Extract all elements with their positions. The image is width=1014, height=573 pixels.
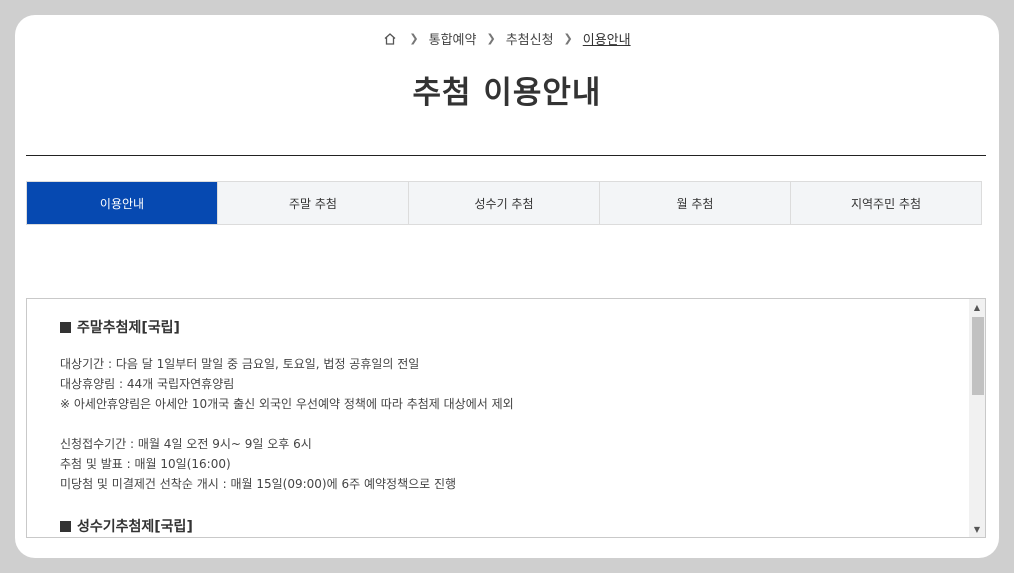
tab-weekend-lottery[interactable]: 주말 추첨 [218,182,409,224]
breadcrumb: ❯ 통합예약 ❯ 추첨신청 ❯ 이용안내 [15,29,999,48]
chevron-right-icon: ❯ [486,32,496,45]
page-title: 추첨 이용안내 [412,75,602,111]
info-line: 대상기간 : 다음 달 1일부터 말일 중 금요일, 토요일, 법정 공휴일의 … [60,357,420,371]
section-title-text: 주말추첨제[국립] [77,320,180,336]
section-title-weekend: 주말추첨제[국립] [60,317,940,337]
chevron-right-icon: ❯ [409,32,419,45]
scroll-down-arrow-icon[interactable]: ▼ [969,521,985,537]
main-card: ❯ 통합예약 ❯ 추첨신청 ❯ 이용안내 추첨 이용안내 이용안내 주말 추첨 … [15,15,999,558]
tab-bar: 이용안내 주말 추첨 성수기 추첨 월 추첨 지역주민 추첨 [26,181,982,225]
info-line: 대상휴양림 : 44개 국립자연휴양림 [60,377,235,391]
home-icon[interactable] [383,32,397,46]
scroll-up-arrow-icon[interactable]: ▲ [969,299,985,315]
info-line: ※ 아세안휴양림은 아세안 10개국 출신 외국인 우선예약 정책에 따라 추첨… [60,397,514,411]
square-bullet-icon [60,521,71,532]
tab-peak-season-lottery[interactable]: 성수기 추첨 [409,182,600,224]
chevron-right-icon: ❯ [563,32,573,45]
vertical-scrollbar[interactable]: ▲ ▼ [969,299,985,537]
guide-content: 주말추첨제[국립] 대상기간 : 다음 달 1일부터 말일 중 금요일, 토요일… [60,317,940,537]
square-bullet-icon [60,322,71,333]
breadcrumb-item-guide[interactable]: 이용안내 [583,29,631,48]
tab-guide[interactable]: 이용안내 [27,182,218,224]
breadcrumb-item-reservation[interactable]: 통합예약 [429,29,477,48]
scroll-thumb[interactable] [972,317,984,395]
section-title-peak: 성수기추첨제[국립] [60,516,940,536]
title-divider [26,155,986,156]
guide-content-box[interactable]: 주말추첨제[국립] 대상기간 : 다음 달 1일부터 말일 중 금요일, 토요일… [26,298,986,538]
breadcrumb-item-lottery[interactable]: 추첨신청 [506,29,554,48]
tab-local-resident-lottery[interactable]: 지역주민 추첨 [791,182,981,224]
tab-monthly-lottery[interactable]: 월 추첨 [600,182,791,224]
section-title-text: 성수기추첨제[국립] [77,519,193,535]
info-line: 미당첨 및 미결제건 선착순 개시 : 매월 15일(09:00)에 6주 예약… [60,477,457,491]
info-line: 신청접수기간 : 매월 4일 오전 9시~ 9일 오후 6시 [60,437,312,451]
info-line: 추첨 및 발표 : 매월 10일(16:00) [60,457,231,471]
